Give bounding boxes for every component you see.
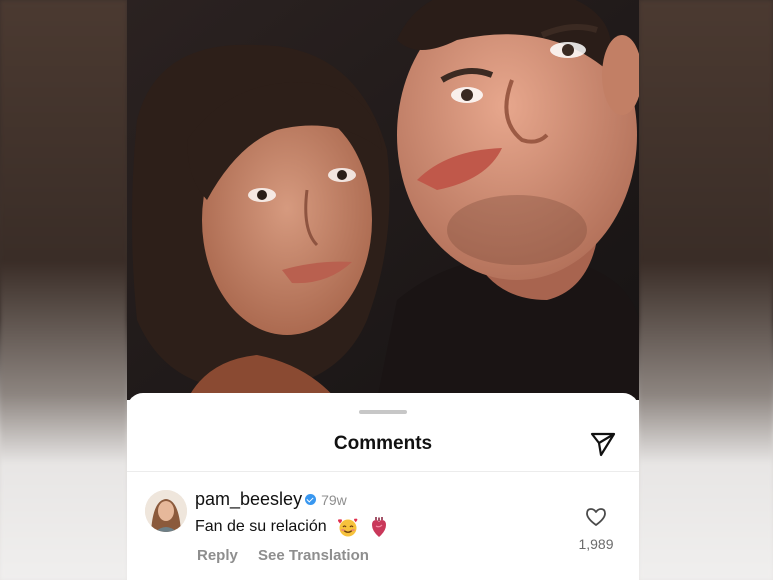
post-photo xyxy=(127,0,639,400)
instagram-screen: Comments pam_beesley 79w Fan de su relaci… xyxy=(127,0,639,580)
comments-title: Comments xyxy=(333,433,433,454)
comment-actions: Reply See Translation xyxy=(197,547,385,564)
heart-outline-icon[interactable] xyxy=(585,507,607,527)
comment-meta: pam_beesley 79w xyxy=(195,489,347,510)
like-count: 1,989 xyxy=(578,536,614,552)
avatar-image xyxy=(145,490,187,532)
paper-plane-icon[interactable] xyxy=(588,429,618,459)
blurred-background-left xyxy=(0,0,127,580)
smiling-face-with-hearts-emoji xyxy=(338,518,358,537)
avatar[interactable] xyxy=(145,490,187,532)
verified-badge-icon xyxy=(305,494,317,505)
couple-portrait-image xyxy=(127,0,639,400)
comment-time: 79w xyxy=(321,491,347,508)
anatomical-heart-emoji xyxy=(371,517,386,537)
comments-sheet: Comments pam_beesley 79w Fan de su relaci… xyxy=(127,393,639,580)
comment-item: pam_beesley 79w Fan de su relación Reply… xyxy=(127,485,639,575)
like-control: 1,989 xyxy=(573,507,619,552)
username[interactable]: pam_beesley xyxy=(195,489,302,509)
blurred-background-right xyxy=(639,0,773,580)
comment-body: Fan de su relación xyxy=(195,518,327,536)
sheet-drag-handle[interactable] xyxy=(359,410,407,414)
see-translation-button[interactable]: See Translation xyxy=(258,547,369,564)
comment-text: Fan de su relación xyxy=(195,516,388,538)
sheet-divider xyxy=(127,471,639,472)
reply-button[interactable]: Reply xyxy=(197,547,238,564)
